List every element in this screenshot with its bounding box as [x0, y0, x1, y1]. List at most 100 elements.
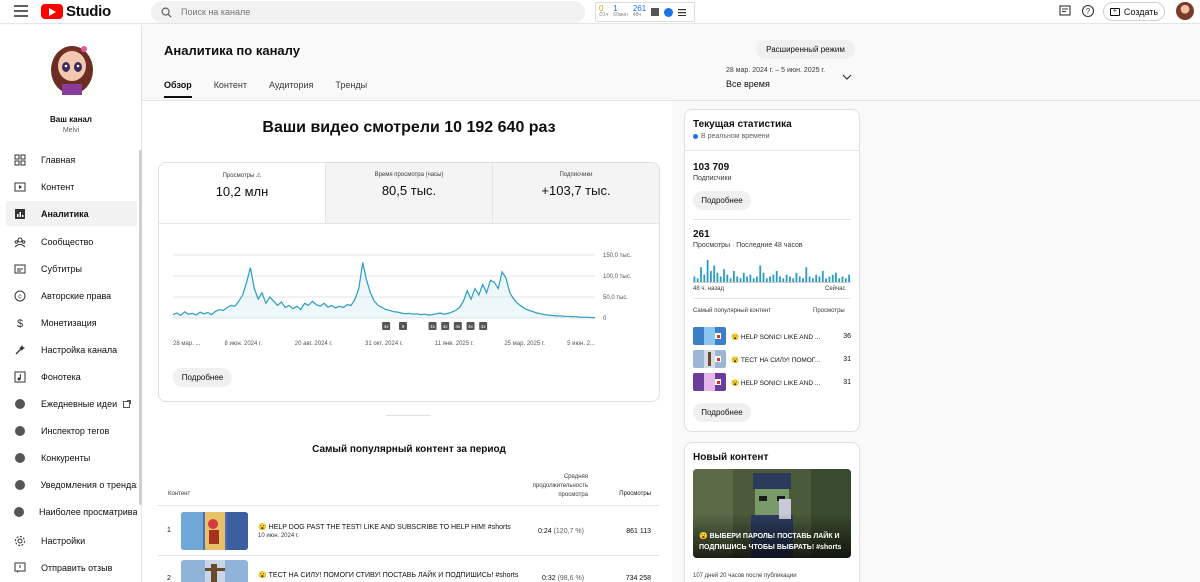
realtime-bar[interactable]: [749, 274, 752, 282]
menu-icon[interactable]: [14, 5, 28, 17]
sidebar-item-dashboard[interactable]: Главная: [6, 147, 137, 172]
realtime-bar[interactable]: [808, 276, 811, 283]
realtime-bar[interactable]: [844, 278, 847, 282]
realtime-bar[interactable]: [696, 278, 699, 282]
realtime-bar[interactable]: [752, 278, 755, 282]
realtime-bar[interactable]: [746, 276, 748, 283]
realtime-bar[interactable]: [772, 274, 775, 282]
realtime-bar[interactable]: [736, 276, 739, 283]
channel-avatar[interactable]: [48, 40, 96, 95]
sidebar-item-copyright[interactable]: c Авторские права: [6, 283, 137, 308]
sidebar-item-analytics[interactable]: Аналитика: [6, 201, 137, 226]
search-input[interactable]: [181, 7, 561, 17]
realtime-bar[interactable]: [742, 272, 745, 282]
tab-overview[interactable]: Обзор: [164, 80, 192, 98]
realtime-bar[interactable]: [719, 276, 722, 283]
realtime-bar[interactable]: [818, 276, 821, 283]
realtime-bar[interactable]: [710, 271, 712, 282]
mini-thumbnail[interactable]: [693, 373, 726, 391]
sidebar-item-most-viewed[interactable]: Наиболее просматриваемые: [6, 499, 137, 524]
realtime-bar[interactable]: [769, 276, 771, 283]
realtime-bar[interactable]: [798, 276, 801, 283]
realtime-bar[interactable]: [831, 274, 834, 282]
realtime-bar[interactable]: [726, 274, 729, 282]
account-avatar[interactable]: [1176, 2, 1194, 20]
feedback-icon[interactable]: [1058, 4, 1072, 18]
sidebar-item-audio-library[interactable]: Фонотека: [6, 364, 137, 389]
metric-views[interactable]: Просмотры ⚠ 10,2 млн: [159, 163, 325, 223]
date-range-selector[interactable]: Все время: [726, 79, 770, 89]
realtime-bar[interactable]: [805, 267, 808, 282]
realtime-bar[interactable]: [838, 278, 841, 282]
realtime-bar[interactable]: [828, 276, 831, 283]
ext-menu-icon[interactable]: [678, 8, 687, 16]
mini-thumbnail[interactable]: [693, 350, 726, 368]
realtime-bar[interactable]: [841, 276, 844, 283]
realtime-row-title[interactable]: 😮 HELP SONIC! LIKE AND ...: [731, 333, 820, 341]
sidebar-item-feedback[interactable]: Отправить отзыв: [6, 555, 137, 580]
video-thumbnail[interactable]: [181, 512, 248, 550]
realtime-bar[interactable]: [700, 267, 702, 282]
video-thumbnail[interactable]: [181, 560, 248, 582]
views-line-chart[interactable]: 150,0 тыс. 100,0 тыс. 50,0 тыс. 0 28 мар. ..…: [159, 225, 659, 350]
metric-subscribers[interactable]: Подписчики +103,7 тыс.: [492, 163, 659, 223]
realtime-bar[interactable]: [782, 278, 785, 282]
realtime-bar[interactable]: [733, 271, 735, 282]
realtime-bar[interactable]: [848, 274, 850, 282]
realtime-bar[interactable]: [756, 276, 758, 283]
ext-logo-icon[interactable]: [664, 7, 674, 17]
create-button[interactable]: + Создать: [1103, 2, 1165, 21]
realtime-bar[interactable]: [779, 276, 781, 283]
extension-widget[interactable]: 0 ⏱1ч 1 60мин 261 48ч: [595, 2, 695, 22]
realtime-bar[interactable]: [775, 271, 778, 282]
realtime-bar[interactable]: [716, 272, 719, 282]
col-header-views[interactable]: Просмотры: [605, 491, 651, 497]
chevron-down-icon[interactable]: [842, 73, 852, 81]
tab-trends[interactable]: Тренды: [335, 80, 367, 98]
realtime-bar[interactable]: [785, 274, 788, 282]
realtime-bar[interactable]: [729, 278, 732, 282]
overview-more-button[interactable]: Подробнее: [173, 368, 232, 387]
sidebar-item-competitors[interactable]: Конкуренты: [6, 445, 137, 470]
realtime-bar[interactable]: [765, 278, 768, 282]
sidebar-item-daily-ideas[interactable]: Ежедневные идеи: [6, 391, 137, 416]
help-icon[interactable]: ?: [1081, 4, 1095, 18]
realtime-bar[interactable]: [762, 272, 765, 282]
tab-content[interactable]: Контент: [214, 80, 247, 98]
sidebar-item-community[interactable]: Сообщество: [6, 229, 137, 254]
sidebar-item-trend-alerts[interactable]: Уведомления о трендах: [6, 472, 137, 497]
realtime-bar[interactable]: [795, 272, 798, 282]
realtime-bar[interactable]: [706, 260, 709, 282]
new-content-caption[interactable]: 😮 ВЫБЕРИ ПАРОЛЬ! ПОСТАВЬ ЛАЙК И ПОДПИШИС…: [699, 531, 849, 553]
realtime-top-more-button[interactable]: Подробнее: [693, 403, 751, 422]
realtime-subs-more-button[interactable]: Подробнее: [693, 191, 751, 210]
advanced-mode-button[interactable]: Расширенный режим: [756, 40, 855, 59]
realtime-bar[interactable]: [792, 278, 795, 282]
realtime-bar[interactable]: [723, 269, 725, 282]
realtime-bar[interactable]: [821, 271, 824, 282]
realtime-bar[interactable]: [759, 265, 762, 283]
realtime-row-title[interactable]: 😮 ТЕСТ НА СИЛУ! ПОМОГ...: [731, 356, 820, 364]
realtime-bar[interactable]: [739, 278, 742, 282]
realtime-bar-chart[interactable]: [693, 257, 851, 283]
realtime-bar[interactable]: [703, 274, 706, 282]
tab-audience[interactable]: Аудитория: [269, 80, 313, 98]
ext-chart-icon[interactable]: [651, 8, 660, 16]
realtime-row-title[interactable]: 😮 HELP SONIC! LIKE AND ...: [731, 379, 820, 387]
realtime-bar[interactable]: [835, 272, 837, 282]
mini-thumbnail[interactable]: [693, 327, 726, 345]
realtime-bar[interactable]: [802, 278, 804, 282]
video-title[interactable]: 😮 HELP DOG PAST THE TEST! LIKE AND SUBSC…: [258, 523, 511, 531]
sidebar-item-monetization[interactable]: $ Монетизация: [6, 310, 137, 335]
sidebar-item-customization[interactable]: Настройка канала: [6, 337, 137, 362]
realtime-bar[interactable]: [789, 276, 791, 283]
realtime-bar[interactable]: [693, 276, 696, 283]
video-title[interactable]: 😮 ТЕСТ НА СИЛУ! ПОМОГИ СТИВУ! ПОСТАВЬ ЛА…: [258, 571, 518, 579]
sidebar-item-subtitles[interactable]: Субтитры: [6, 256, 137, 281]
metric-watch-time[interactable]: Время просмотра (часы) 80,5 тыс.: [325, 163, 492, 223]
realtime-bar[interactable]: [815, 274, 818, 282]
search-bar[interactable]: [151, 1, 585, 23]
sidebar-item-tag-inspector[interactable]: Инспектор тегов: [6, 418, 137, 443]
sidebar-item-content[interactable]: Контент: [6, 174, 137, 199]
realtime-bar[interactable]: [825, 278, 827, 282]
